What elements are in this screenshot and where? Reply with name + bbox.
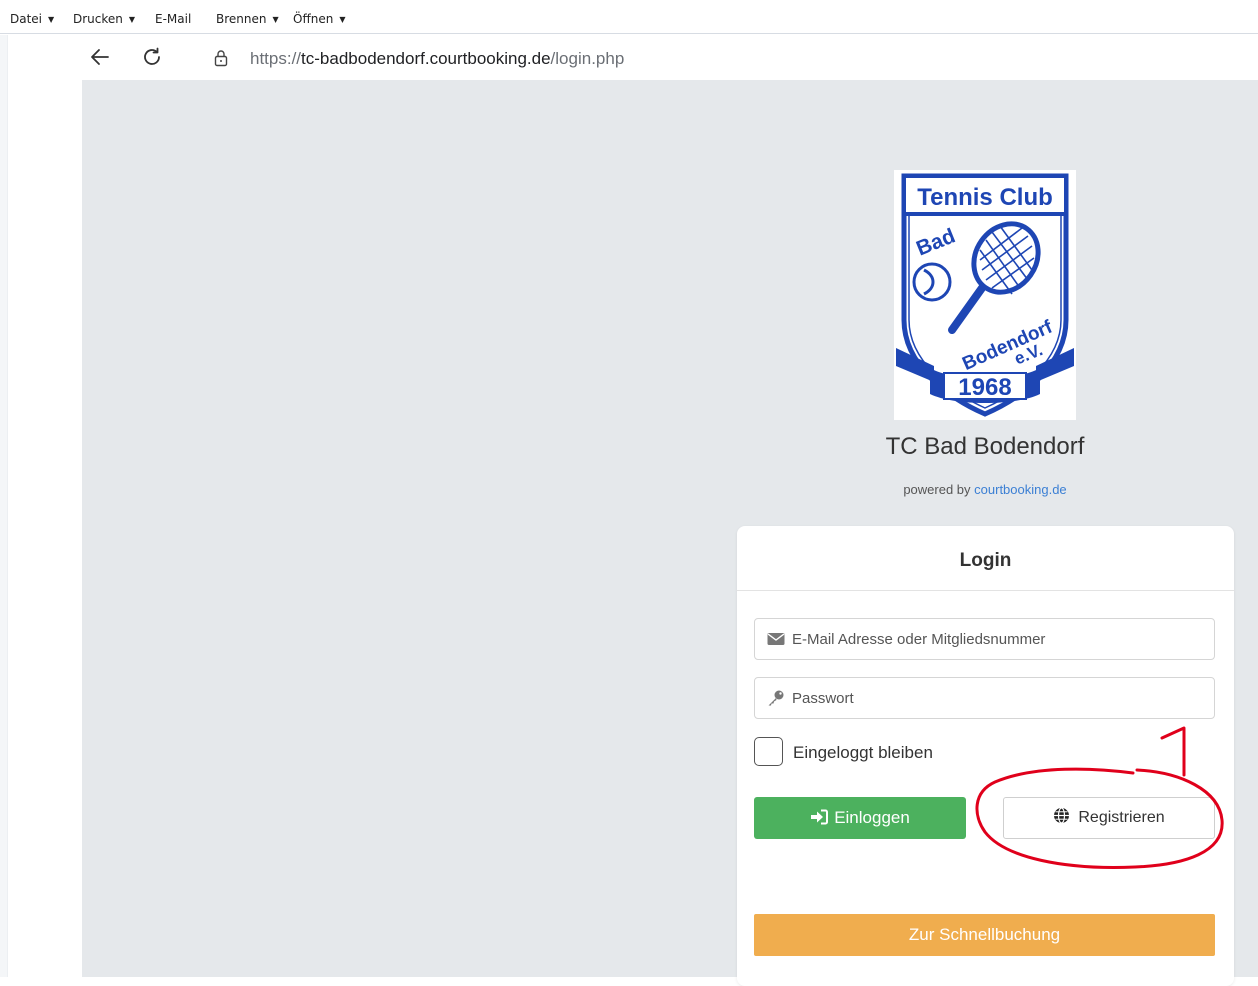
menu-bar: Datei ▼ Drucken ▼ E-Mail Brennen ▼ Öffnen ▼ — [0, 0, 1258, 34]
login-button-label: Einloggen — [834, 808, 910, 827]
remember-label: Eingeloggt bleiben — [793, 743, 933, 762]
register-button[interactable]: Registrieren — [1003, 797, 1215, 839]
url-host: tc-badbodendorf.courtbooking.de — [301, 49, 551, 68]
envelope-icon — [767, 633, 785, 645]
powered-by-prefix: powered by — [903, 482, 971, 497]
back-button[interactable] — [88, 45, 112, 69]
url-text: https://tc-badbodendorf.courtbooking.de/… — [250, 49, 624, 69]
logo-title: Tennis Club — [917, 184, 1053, 211]
site-info-icon[interactable] — [212, 49, 230, 67]
url-scheme: https:// — [250, 49, 302, 68]
key-icon — [768, 690, 784, 706]
caret-down-icon: ▼ — [128, 15, 136, 24]
quick-booking-button[interactable]: Zur Schnellbuchung — [754, 914, 1215, 956]
register-button-label: Registrieren — [1078, 809, 1165, 826]
club-name: TC Bad Bodendorf — [885, 433, 1085, 460]
login-card: Login Eingeloggt bleiben Einloggen Regis… — [737, 526, 1234, 986]
courtbooking-link[interactable]: courtbooking.de — [974, 482, 1067, 497]
login-title: Login — [959, 550, 1012, 571]
address-bar[interactable]: https://tc-badbodendorf.courtbooking.de/… — [192, 40, 1258, 76]
sign-in-icon — [811, 809, 829, 825]
password-field[interactable] — [754, 677, 1215, 719]
menu-oeffnen[interactable]: Öffnen ▼ — [293, 12, 345, 26]
page-content: Tennis Club Bad Bodendorf e.V. 1968 TC B… — [82, 80, 1258, 986]
menu-drucken[interactable]: Drucken ▼ — [73, 12, 135, 26]
powered-by: powered by courtbooking.de — [802, 482, 1168, 497]
club-logo: Tennis Club Bad Bodendorf e.V. 1968 — [894, 170, 1076, 420]
left-panel — [0, 35, 82, 977]
menu-datei[interactable]: Datei ▼ — [10, 12, 54, 26]
login-card-header: Login — [737, 526, 1234, 591]
caret-down-icon: ▼ — [339, 15, 346, 24]
menu-brennen[interactable]: Brennen ▼ — [216, 12, 279, 26]
menu-label: E-Mail — [155, 12, 192, 26]
menu-label: Datei — [10, 12, 43, 26]
caret-down-icon: ▼ — [48, 15, 55, 24]
email-field[interactable] — [754, 618, 1215, 660]
reload-button[interactable] — [140, 45, 164, 69]
email-input[interactable] — [792, 619, 1202, 659]
menu-label: Brennen — [216, 12, 267, 26]
left-edge — [0, 35, 8, 977]
globe-icon — [1054, 807, 1070, 824]
reload-icon — [144, 47, 160, 65]
menu-label: Öffnen — [293, 12, 334, 26]
password-input[interactable] — [792, 678, 1202, 718]
back-arrow-icon — [91, 49, 109, 65]
login-button[interactable]: Einloggen — [754, 797, 966, 839]
tennis-club-logo-icon: Tennis Club Bad Bodendorf e.V. 1968 — [896, 173, 1074, 417]
url-path: /login.php — [550, 49, 625, 68]
caret-down-icon: ▼ — [272, 15, 279, 24]
browser-toolbar: https://tc-badbodendorf.courtbooking.de/… — [82, 35, 1258, 80]
logo-year: 1968 — [958, 374, 1011, 401]
menu-email[interactable]: E-Mail — [155, 12, 191, 26]
menu-label: Drucken — [73, 12, 123, 26]
remember-checkbox[interactable] — [754, 737, 783, 766]
